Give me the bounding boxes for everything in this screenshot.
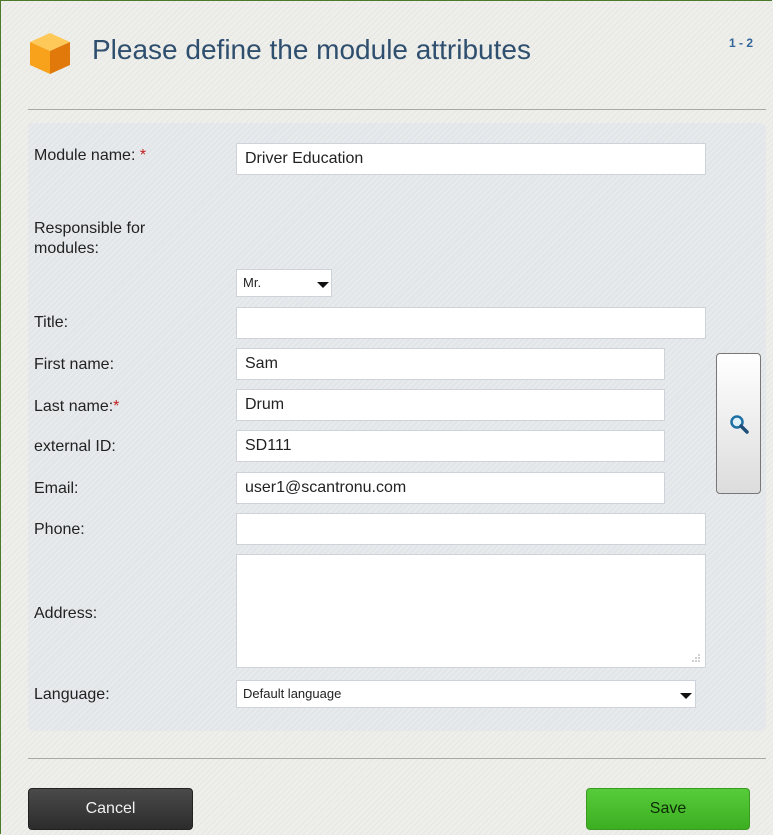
phone-label: Phone: [34, 521, 85, 538]
save-button[interactable]: Save [586, 788, 750, 830]
language-select[interactable]: Default language [236, 680, 696, 708]
cancel-button[interactable]: Cancel [28, 788, 193, 830]
module-name-label: Module name: * [34, 147, 147, 164]
magnifier-icon [730, 415, 749, 434]
salutation-value: Mr. [243, 275, 262, 290]
language-value: Default language [243, 686, 342, 701]
first-name-label: First name: [34, 356, 115, 373]
language-label: Language: [34, 686, 110, 703]
cube-icon [30, 33, 70, 74]
step-indicator: 1 - 2 [729, 36, 754, 50]
last-name-label: Last name:* [34, 398, 120, 415]
salutation-select[interactable]: Mr. [236, 269, 332, 297]
resize-grip-icon[interactable] [691, 653, 701, 663]
external-id-label: external ID: [34, 438, 116, 455]
last-name-input[interactable]: Drum [236, 389, 665, 421]
header-divider [28, 109, 766, 110]
caret-down-icon [317, 282, 329, 288]
phone-input[interactable] [236, 513, 706, 545]
first-name-input[interactable]: Sam [236, 348, 665, 380]
address-textarea[interactable] [236, 554, 706, 668]
email-label: Email: [34, 480, 79, 497]
title-input[interactable] [236, 307, 706, 339]
title-label: Title: [34, 314, 69, 331]
responsible-heading: Responsible for modules: [34, 220, 146, 257]
email-input[interactable]: user1@scantronu.com [236, 472, 665, 504]
footer-divider [28, 758, 766, 759]
user-lookup-button[interactable] [716, 353, 761, 494]
required-mark: * [139, 147, 147, 164]
module-name-input[interactable]: Driver Education [236, 143, 706, 175]
caret-down-icon [680, 693, 692, 699]
page-title: Please define the module attributes [92, 34, 531, 65]
external-id-input[interactable]: SD111 [236, 430, 665, 462]
required-mark: * [113, 398, 120, 415]
address-label: Address: [34, 605, 98, 622]
